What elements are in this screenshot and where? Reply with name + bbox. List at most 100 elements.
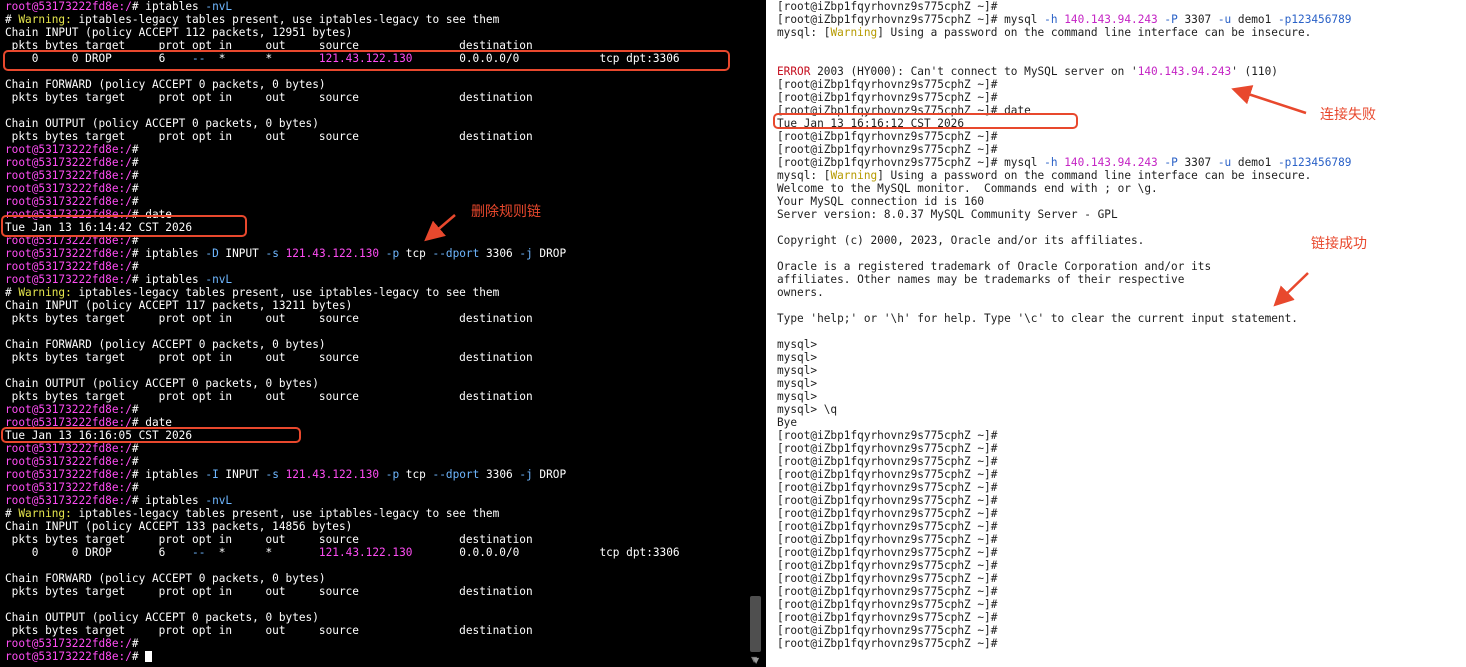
- terminal-line: root@53173222fd8e:/# iptables -nvL: [5, 0, 680, 13]
- terminal-text: [root@iZbp1fqyrhovnz9s775cphZ ~]#: [777, 520, 998, 533]
- terminal-prompt-text: root@53173222fd8e:/: [5, 403, 132, 416]
- terminal-line: [root@iZbp1fqyrhovnz9s775cphZ ~]# mysql …: [777, 13, 1351, 26]
- terminal-text: [root@iZbp1fqyrhovnz9s775cphZ ~]#: [777, 91, 998, 104]
- terminal-line: Copyright (c) 2000, 2023, Oracle and/or …: [777, 234, 1351, 247]
- terminal-line: pkts bytes target prot opt in out source…: [5, 390, 680, 403]
- terminal-text: #: [131, 260, 139, 273]
- terminal-prompt-text: root@53173222fd8e:/: [5, 169, 132, 182]
- terminal-line: root@53173222fd8e:/# iptables -nvL: [5, 494, 680, 507]
- terminal-line: mysql>: [777, 338, 1351, 351]
- terminal-line: root@53173222fd8e:/#: [5, 442, 680, 455]
- terminal-text: pkts bytes target prot opt in out source…: [5, 351, 533, 364]
- terminal-ip-text: 121.43.122.130: [285, 247, 380, 260]
- terminal-text: Chain FORWARD (policy ACCEPT 0 packets, …: [5, 78, 326, 91]
- terminal-text: Tue Jan 13 16:16:12 CST 2026: [777, 117, 965, 130]
- terminal-opt-text: -D: [205, 247, 219, 260]
- terminal-line: [root@iZbp1fqyrhovnz9s775cphZ ~]#: [777, 572, 1351, 585]
- terminal-line: [root@iZbp1fqyrhovnz9s775cphZ ~]#: [777, 611, 1351, 624]
- terminal-line: [root@iZbp1fqyrhovnz9s775cphZ ~]#: [777, 624, 1351, 637]
- terminal-opt-text: -p123456789: [1277, 156, 1352, 169]
- terminal-line: mysql: [Warning] Using a password on the…: [777, 169, 1351, 182]
- terminal-opt-text: -u: [1217, 13, 1232, 26]
- terminal-text: Chain OUTPUT (policy ACCEPT 0 packets, 0…: [5, 377, 319, 390]
- terminal-text: DROP: [532, 468, 567, 481]
- terminal-line: pkts bytes target prot opt in out source…: [5, 91, 680, 104]
- terminal-prompt-text: root@53173222fd8e:/: [5, 273, 132, 286]
- left-terminal[interactable]: root@53173222fd8e:/# iptables -nvL # Warn…: [0, 0, 766, 667]
- terminal-line: mysql> \q: [777, 403, 1351, 416]
- terminal-line: [root@iZbp1fqyrhovnz9s775cphZ ~]#: [777, 468, 1351, 481]
- terminal-text: mysql>: [777, 390, 818, 403]
- terminal-line: root@53173222fd8e:/# iptables -nvL: [5, 273, 680, 286]
- terminal-text: [root@iZbp1fqyrhovnz9s775cphZ ~]#: [777, 533, 998, 546]
- terminal-text: affiliates. Other names may be trademark…: [777, 273, 1185, 286]
- terminal-text: #: [131, 195, 139, 208]
- terminal-ip-text: 121.43.122.130: [318, 546, 413, 559]
- terminal-text: Chain OUTPUT (policy ACCEPT 0 packets, 0…: [5, 117, 319, 130]
- terminal-text: ] Using a password on the command line i…: [877, 26, 1312, 39]
- terminal-text: Welcome to the MySQL monitor. Commands e…: [777, 182, 1158, 195]
- terminal-line: [root@iZbp1fqyrhovnz9s775cphZ ~]#: [777, 546, 1351, 559]
- terminal-line: root@53173222fd8e:/#: [5, 637, 680, 650]
- terminal-text: Chain OUTPUT (policy ACCEPT 0 packets, 0…: [5, 611, 319, 624]
- terminal-text: Server version: 8.0.37 MySQL Community S…: [777, 208, 1118, 221]
- terminal-line: pkts bytes target prot opt in out source…: [5, 624, 680, 637]
- terminal-line: ERROR 2003 (HY000): Can't connect to MyS…: [777, 65, 1351, 78]
- terminal-text: [root@iZbp1fqyrhovnz9s775cphZ ~]#: [777, 559, 998, 572]
- terminal-text: Tue Jan 13 16:14:42 CST 2026: [5, 221, 193, 234]
- terminal-line: root@53173222fd8e:/#: [5, 234, 680, 247]
- terminal-line: Chain FORWARD (policy ACCEPT 0 packets, …: [5, 78, 680, 91]
- terminal-text: mysql>: [777, 377, 818, 390]
- terminal-line: root@53173222fd8e:/#: [5, 182, 680, 195]
- terminal-line: mysql>: [777, 390, 1351, 403]
- terminal-warn-text: Warning:: [18, 286, 72, 299]
- terminal-text: [root@iZbp1fqyrhovnz9s775cphZ ~]#: [777, 78, 998, 91]
- terminal-text: tcp: [399, 468, 433, 481]
- terminal-opt-text: --: [192, 52, 206, 65]
- terminal-text: [root@iZbp1fqyrhovnz9s775cphZ ~]# mysql: [777, 156, 1045, 169]
- terminal-text: #: [5, 13, 19, 26]
- terminal-line: [root@iZbp1fqyrhovnz9s775cphZ ~]#: [777, 91, 1351, 104]
- terminal-ip-text: 121.43.122.130: [285, 468, 380, 481]
- terminal-text: pkts bytes target prot opt in out source…: [5, 312, 533, 325]
- right-scroll-down-icon[interactable]: ▼: [753, 656, 759, 665]
- terminal-text: demo1: [1231, 13, 1278, 26]
- terminal-prompt-text: root@53173222fd8e:/: [5, 481, 132, 494]
- terminal-warn-text: Warning:: [18, 13, 72, 26]
- terminal-text: #: [131, 481, 139, 494]
- terminal-text: [root@iZbp1fqyrhovnz9s775cphZ ~]#: [777, 624, 998, 637]
- terminal-line: Chain INPUT (policy ACCEPT 133 packets, …: [5, 520, 680, 533]
- terminal-text: 2003 (HY000): Can't connect to MySQL ser…: [810, 65, 1138, 78]
- terminal-opt-text: --dport: [432, 247, 480, 260]
- terminal-line: pkts bytes target prot opt in out source…: [5, 39, 680, 52]
- terminal-text: 0 0 DROP 6: [5, 52, 193, 65]
- terminal-text: [root@iZbp1fqyrhovnz9s775cphZ ~]#: [777, 507, 998, 520]
- left-scrollbar-thumb[interactable]: [750, 596, 761, 652]
- terminal-opt-text: -P: [1164, 156, 1178, 169]
- terminal-line: [root@iZbp1fqyrhovnz9s775cphZ ~]#: [777, 442, 1351, 455]
- terminal-text: owners.: [777, 286, 824, 299]
- terminal-text: pkts bytes target prot opt in out source…: [5, 533, 533, 546]
- terminal-text: * *: [205, 546, 319, 559]
- terminal-line: Your MySQL connection id is 160: [777, 195, 1351, 208]
- terminal-line: root@53173222fd8e:/#: [5, 143, 680, 156]
- terminal-line: root@53173222fd8e:/#: [5, 195, 680, 208]
- terminal-line: Chain INPUT (policy ACCEPT 112 packets, …: [5, 26, 680, 39]
- terminal-line: [root@iZbp1fqyrhovnz9s775cphZ ~]#: [777, 494, 1351, 507]
- terminal-line: # Warning: iptables-legacy tables presen…: [5, 286, 680, 299]
- terminal-line: [root@iZbp1fqyrhovnz9s775cphZ ~]#: [777, 585, 1351, 598]
- right-terminal[interactable]: [root@iZbp1fqyrhovnz9s775cphZ ~]# [root@i…: [773, 0, 1466, 667]
- terminal-text: #: [131, 143, 139, 156]
- terminal-text: [root@iZbp1fqyrhovnz9s775cphZ ~]#: [777, 637, 998, 650]
- annotation-delete-rule: 删除规则链: [471, 204, 541, 220]
- terminal-text: #: [5, 507, 19, 520]
- terminal-line: [root@iZbp1fqyrhovnz9s775cphZ ~]# mysql …: [777, 156, 1351, 169]
- terminal-text: Chain FORWARD (policy ACCEPT 0 packets, …: [5, 572, 326, 585]
- terminal-text: mysql: [: [777, 26, 831, 39]
- pane-divider[interactable]: [766, 0, 773, 667]
- left-scrollbar[interactable]: ▼: [747, 0, 764, 667]
